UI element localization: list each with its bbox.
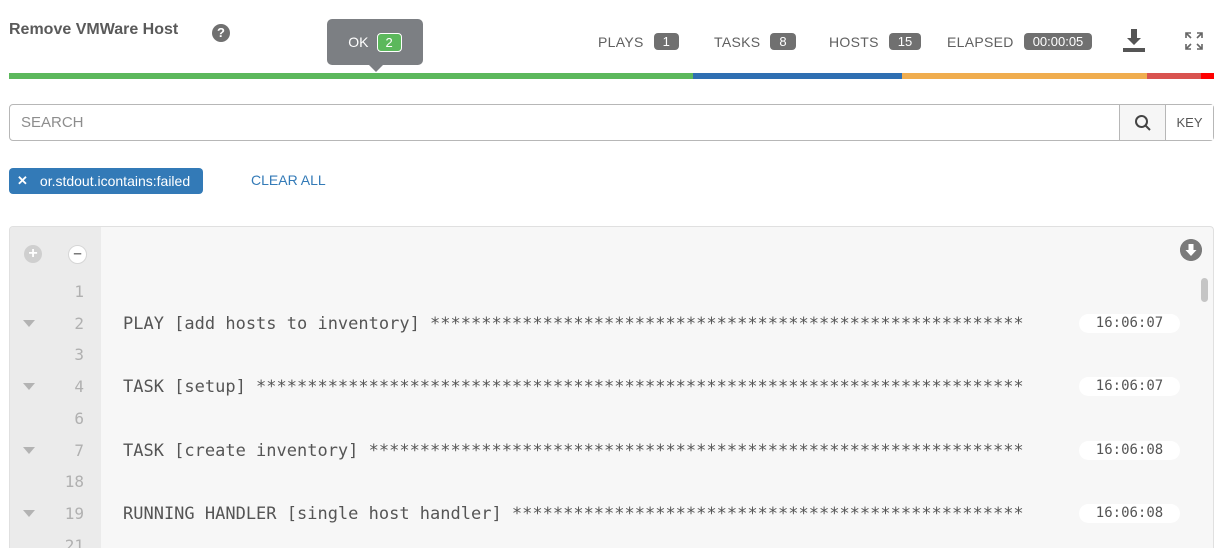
- output-line: 19 RUNNING HANDLER [single host handler] …: [10, 503, 1190, 524]
- chevron-down-icon[interactable]: [23, 383, 35, 391]
- line-timestamp: 16:06:07: [1079, 313, 1180, 333]
- chevron-down-icon[interactable]: [23, 509, 35, 517]
- search-button[interactable]: [1119, 105, 1165, 140]
- arrow-down-circle-icon[interactable]: [1180, 239, 1202, 261]
- status-segment-ok: [9, 73, 694, 79]
- status-segment-failed: [1146, 73, 1201, 79]
- stat-plays-badge: 1: [653, 33, 679, 50]
- status-segment-changed: [693, 73, 902, 79]
- line-number: 21: [64, 535, 84, 548]
- download-icon[interactable]: [1122, 27, 1146, 53]
- line-text: RUNNING HANDLER [single host handler] **…: [123, 503, 1024, 524]
- job-output-panel: + – 1 2 PLAY [add hosts to inventory] ****…: [9, 226, 1214, 548]
- filter-tag-label: or.stdout.icontains:failed: [39, 173, 191, 189]
- filter-tag: ✕ or.stdout.icontains:failed: [9, 168, 204, 194]
- stat-plays: PLAYS 1: [598, 33, 679, 50]
- plus-icon[interactable]: +: [24, 245, 42, 263]
- line-number: 19: [64, 503, 84, 523]
- stat-hosts-badge: 15: [888, 33, 922, 50]
- stat-elapsed-label: ELAPSED: [947, 33, 1014, 50]
- line-timestamp: 16:06:07: [1079, 377, 1180, 397]
- output-line: 18: [10, 472, 1190, 492]
- stat-tasks: TASKS 8: [714, 33, 796, 50]
- ok-count-badge: 2: [376, 32, 402, 52]
- output-line: 2 PLAY [add hosts to inventory] *********…: [10, 313, 1190, 334]
- ok-tooltip: OK 2: [327, 19, 423, 72]
- output-line: 7 TASK [create inventory] ***************…: [10, 440, 1190, 461]
- expand-icon[interactable]: [1184, 31, 1204, 51]
- clear-all-link[interactable]: CLEAR ALL: [251, 172, 326, 188]
- status-segment-unreachable: [1200, 73, 1214, 79]
- line-text: TASK [setup] ***************************…: [123, 377, 1024, 398]
- line-number: 3: [74, 345, 84, 365]
- stat-elapsed: ELAPSED 00:00:05: [947, 33, 1093, 50]
- output-line: 3: [10, 345, 1190, 365]
- line-text: TASK [create inventory] ****************…: [123, 440, 1024, 461]
- scrollbar-thumb[interactable]: [1201, 278, 1208, 302]
- chevron-down-icon[interactable]: [23, 446, 35, 454]
- host-status-bar: [9, 73, 1214, 79]
- output-line: 4 TASK [setup] **************************…: [10, 377, 1190, 397]
- search-input[interactable]: [10, 105, 1119, 140]
- line-number: 6: [74, 408, 84, 428]
- line-number: 1: [74, 282, 84, 301]
- tooltip-label: OK: [348, 34, 369, 50]
- line-number: 4: [74, 377, 84, 397]
- key-button[interactable]: KEY: [1165, 105, 1213, 140]
- line-text: PLAY [add hosts to inventory] **********…: [123, 313, 1024, 334]
- output-line: 21: [10, 536, 1190, 548]
- output-line: 6: [10, 409, 1190, 429]
- stat-hosts-label: HOSTS: [829, 33, 879, 50]
- job-title: Remove VMWare Host: [9, 21, 179, 38]
- stat-tasks-label: TASKS: [714, 33, 761, 50]
- line-number: 2: [74, 313, 84, 333]
- question-circle-icon[interactable]: ?: [212, 24, 230, 42]
- line-number: 7: [74, 440, 84, 460]
- stat-tasks-badge: 8: [770, 33, 796, 50]
- stat-hosts: HOSTS 15: [829, 33, 922, 50]
- stat-elapsed-badge: 00:00:05: [1023, 33, 1093, 50]
- line-timestamp: 16:06:08: [1079, 503, 1180, 523]
- search-icon: [1134, 114, 1151, 131]
- status-segment-skipped: [901, 73, 1147, 79]
- minus-icon[interactable]: –: [68, 245, 87, 264]
- line-timestamp: 16:06:08: [1079, 440, 1180, 460]
- stat-plays-label: PLAYS: [598, 33, 644, 50]
- line-number: 18: [64, 472, 84, 492]
- chevron-down-icon[interactable]: [23, 319, 35, 327]
- close-icon[interactable]: ✕: [17, 173, 28, 189]
- output-line: 1: [10, 282, 1190, 302]
- search-bar: KEY: [9, 104, 1214, 141]
